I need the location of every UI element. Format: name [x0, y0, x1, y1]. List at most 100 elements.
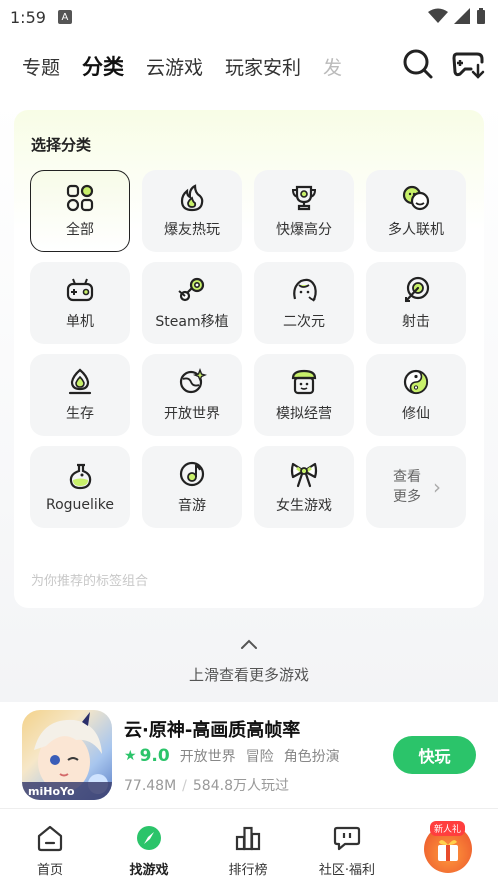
- category-roguelike[interactable]: Roguelike: [30, 446, 130, 528]
- panel-title: 选择分类: [31, 136, 92, 154]
- category-label: 多人联机: [388, 222, 444, 238]
- potion-icon: [69, 463, 92, 490]
- character-art-icon: miHoYo: [22, 712, 112, 800]
- nav-actions: [394, 48, 486, 80]
- game-meta: ★ 9.0 开放世界 冒险 角色扮演: [124, 746, 340, 766]
- gift-badge: 新人礼: [430, 821, 466, 836]
- category-music[interactable]: 音游: [142, 446, 242, 528]
- nav-community-label: 社区·福利: [318, 863, 376, 878]
- view-more-label: 查看更多: [393, 469, 421, 505]
- nav-community[interactable]: 社区·福利: [302, 823, 392, 878]
- category-multiplayer[interactable]: 多人联机: [366, 170, 466, 252]
- category-single-player[interactable]: 单机: [30, 262, 130, 344]
- gamepad-icon: [66, 278, 94, 302]
- category-simulation[interactable]: 模拟经营: [254, 354, 354, 436]
- status-icons: [428, 8, 486, 24]
- battery-icon: [477, 8, 485, 24]
- category-girls-games[interactable]: 女生游戏: [254, 446, 354, 528]
- category-anime[interactable]: 二次元: [254, 262, 354, 344]
- category-cultivation[interactable]: 修仙: [366, 354, 466, 436]
- nav-rankings[interactable]: 排行榜: [203, 823, 293, 878]
- tab-topics[interactable]: 专题: [22, 53, 60, 80]
- nav-find-games[interactable]: 找游戏: [104, 823, 194, 878]
- trophy-icon: [291, 185, 317, 211]
- category-shooter[interactable]: 射击: [366, 262, 466, 344]
- category-panel: 选择分类 全部 爆友热玩 快爆高分 多人联机 单机 Steam移植 二次元 射击…: [14, 110, 484, 608]
- notification-icon: A: [57, 10, 72, 24]
- category-hot[interactable]: 爆友热玩: [142, 170, 242, 252]
- nav-home-label: 首页: [36, 863, 63, 878]
- home-icon: [37, 825, 63, 852]
- game-icon[interactable]: miHoYo: [22, 710, 112, 800]
- steam-icon: [178, 277, 205, 302]
- status-bar: 1:59 A: [0, 0, 498, 34]
- category-label: 全部: [66, 222, 94, 238]
- chevron-up-icon: [241, 639, 257, 649]
- category-label: 快爆高分: [276, 222, 332, 238]
- tab-cloud-games[interactable]: 云游戏: [146, 53, 203, 80]
- category-open-world[interactable]: 开放世界: [142, 354, 242, 436]
- star-icon: ★: [124, 748, 137, 764]
- category-label: 模拟经营: [276, 406, 332, 422]
- anime-icon: [293, 278, 317, 302]
- game-brand: miHoYo: [28, 785, 75, 798]
- game-download-icon[interactable]: [452, 48, 486, 80]
- compass-icon: [137, 826, 161, 850]
- category-steam[interactable]: Steam移植: [142, 262, 242, 344]
- recommend-label: 为你推荐的标签组合: [31, 574, 149, 589]
- music-icon: [179, 461, 205, 487]
- quick-play-button[interactable]: 快玩: [393, 736, 476, 774]
- shop-icon: [291, 369, 317, 395]
- category-label: 音游: [178, 498, 206, 514]
- category-label: 生存: [66, 406, 94, 422]
- scroll-hint-text: 上滑查看更多游戏: [188, 666, 309, 684]
- planet-icon: [179, 368, 207, 394]
- game-tag: 开放世界: [179, 749, 236, 765]
- game-tag: 冒险: [245, 749, 274, 765]
- tab-player-recommend[interactable]: 玩家安利: [225, 53, 301, 80]
- category-label: 二次元: [283, 314, 325, 330]
- nav-home[interactable]: 首页: [5, 823, 95, 878]
- chevron-right-icon: ›: [433, 475, 441, 499]
- category-label: 爆友热玩: [164, 222, 220, 238]
- category-label: 射击: [402, 314, 430, 330]
- search-icon[interactable]: [402, 48, 434, 80]
- target-icon: [404, 276, 430, 303]
- scroll-hint[interactable]: 上滑查看更多游戏: [0, 638, 498, 685]
- category-label: 修仙: [402, 406, 430, 422]
- featured-game-card[interactable]: miHoYo 云·原神-高画质高帧率 ★ 9.0 开放世界 冒险 角色扮演 77…: [0, 702, 498, 808]
- wifi-icon: [428, 8, 448, 23]
- game-size: 77.48M: [124, 778, 177, 794]
- game-title: 云·原神-高画质高帧率: [124, 720, 301, 741]
- game-tag: 角色扮演: [283, 749, 340, 765]
- status-time: 1:59: [10, 7, 46, 27]
- game-stats: 77.48M / 584.8万人玩过: [124, 775, 289, 795]
- separator: /: [182, 778, 187, 794]
- game-players: 584.8万人玩过: [192, 778, 289, 794]
- category-label: 单机: [66, 314, 94, 330]
- category-label: 开放世界: [164, 406, 220, 422]
- tab-categories[interactable]: 分类: [82, 51, 125, 85]
- new-user-gift[interactable]: 新人礼: [424, 821, 472, 873]
- people-icon: [402, 185, 430, 211]
- top-tab-bar: 专题 分类 云游戏 玩家安利 发: [0, 34, 498, 98]
- view-more-button[interactable]: 查看更多 ›: [366, 446, 466, 528]
- flame-icon: [180, 184, 204, 212]
- bottom-nav: 首页 找游戏 排行榜 社区·福利 新人礼: [0, 808, 498, 885]
- rankings-icon: [235, 826, 261, 851]
- nav-rankings-label: 排行榜: [228, 863, 268, 878]
- bow-icon: [290, 462, 318, 488]
- category-all[interactable]: 全部: [30, 170, 130, 252]
- category-label: Steam移植: [155, 314, 229, 330]
- game-score: 9.0: [139, 746, 170, 766]
- grid-icon: [66, 184, 94, 212]
- category-survival[interactable]: 生存: [30, 354, 130, 436]
- category-label: 女生游戏: [276, 498, 332, 514]
- tab-more-partial[interactable]: 发: [323, 53, 342, 80]
- category-high-score[interactable]: 快爆高分: [254, 170, 354, 252]
- category-label: Roguelike: [45, 497, 115, 513]
- yinyang-icon: [403, 369, 429, 395]
- signal-icon: [454, 8, 470, 24]
- campfire-icon: [68, 368, 92, 395]
- chat-icon: [333, 826, 361, 851]
